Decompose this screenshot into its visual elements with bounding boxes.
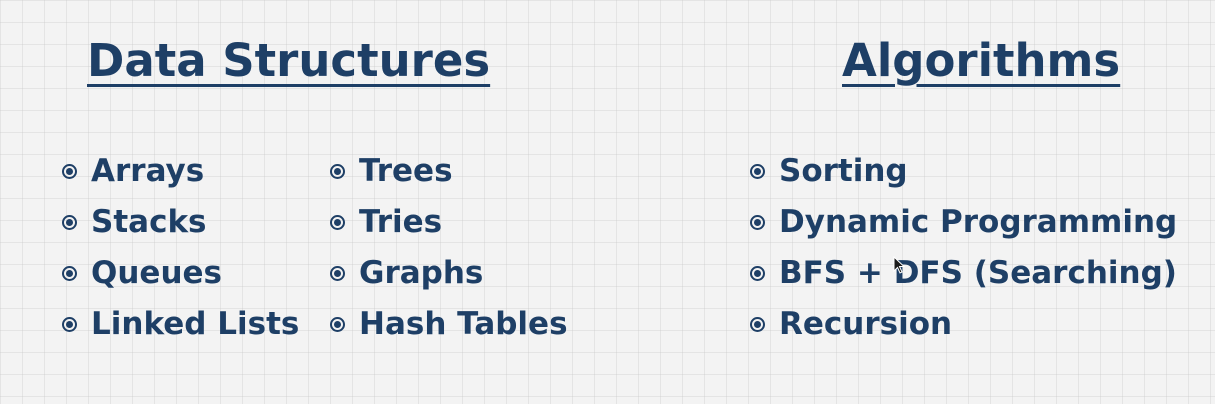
list-item-bfs-dfs: BFS + DFS (Searching) [750, 248, 1177, 299]
radio-bullet-icon [62, 164, 77, 179]
radio-bullet-icon [750, 266, 765, 281]
list-item-trees: Trees [330, 146, 568, 197]
radio-bullet-icon [62, 317, 77, 332]
list-item-dynamic-programming: Dynamic Programming [750, 197, 1177, 248]
radio-bullet-icon [62, 266, 77, 281]
list-item-label: Queues [91, 255, 222, 291]
list-item-stacks: Stacks [62, 197, 299, 248]
list-item-label: Graphs [359, 255, 484, 291]
list-item-label: Linked Lists [91, 306, 300, 342]
data-structures-list-column-1: Arrays Stacks Queues Linked Lists [62, 146, 299, 350]
list-item-recursion: Recursion [750, 299, 1177, 350]
list-item-graphs: Graphs [330, 248, 568, 299]
radio-bullet-icon [330, 266, 345, 281]
radio-bullet-icon [330, 317, 345, 332]
list-item-label: Hash Tables [359, 306, 568, 342]
algorithms-heading: Algorithms [842, 34, 1121, 87]
data-structures-heading: Data Structures [87, 34, 491, 87]
list-item-label: Tries [359, 204, 443, 240]
list-item-label: BFS + DFS (Searching) [779, 255, 1177, 291]
list-item-label: Stacks [91, 204, 207, 240]
mouse-pointer-icon [893, 256, 905, 274]
list-item-queues: Queues [62, 248, 299, 299]
list-item-sorting: Sorting [750, 146, 1177, 197]
list-item-label: Arrays [91, 153, 205, 189]
radio-bullet-icon [750, 317, 765, 332]
list-item-label: Dynamic Programming [779, 204, 1178, 240]
radio-bullet-icon [330, 215, 345, 230]
list-item-hash-tables: Hash Tables [330, 299, 568, 350]
radio-bullet-icon [750, 215, 765, 230]
list-item-tries: Tries [330, 197, 568, 248]
slide: Data Structures Algorithms Arrays Stacks… [0, 0, 1215, 404]
radio-bullet-icon [330, 164, 345, 179]
list-item-arrays: Arrays [62, 146, 299, 197]
algorithms-list: Sorting Dynamic Programming BFS + DFS (S… [750, 146, 1177, 350]
data-structures-list-column-2: Trees Tries Graphs Hash Tables [330, 146, 568, 350]
radio-bullet-icon [750, 164, 765, 179]
list-item-label: Sorting [779, 153, 908, 189]
list-item-label: Recursion [779, 306, 953, 342]
list-item-linked-lists: Linked Lists [62, 299, 299, 350]
list-item-label: Trees [359, 153, 453, 189]
radio-bullet-icon [62, 215, 77, 230]
